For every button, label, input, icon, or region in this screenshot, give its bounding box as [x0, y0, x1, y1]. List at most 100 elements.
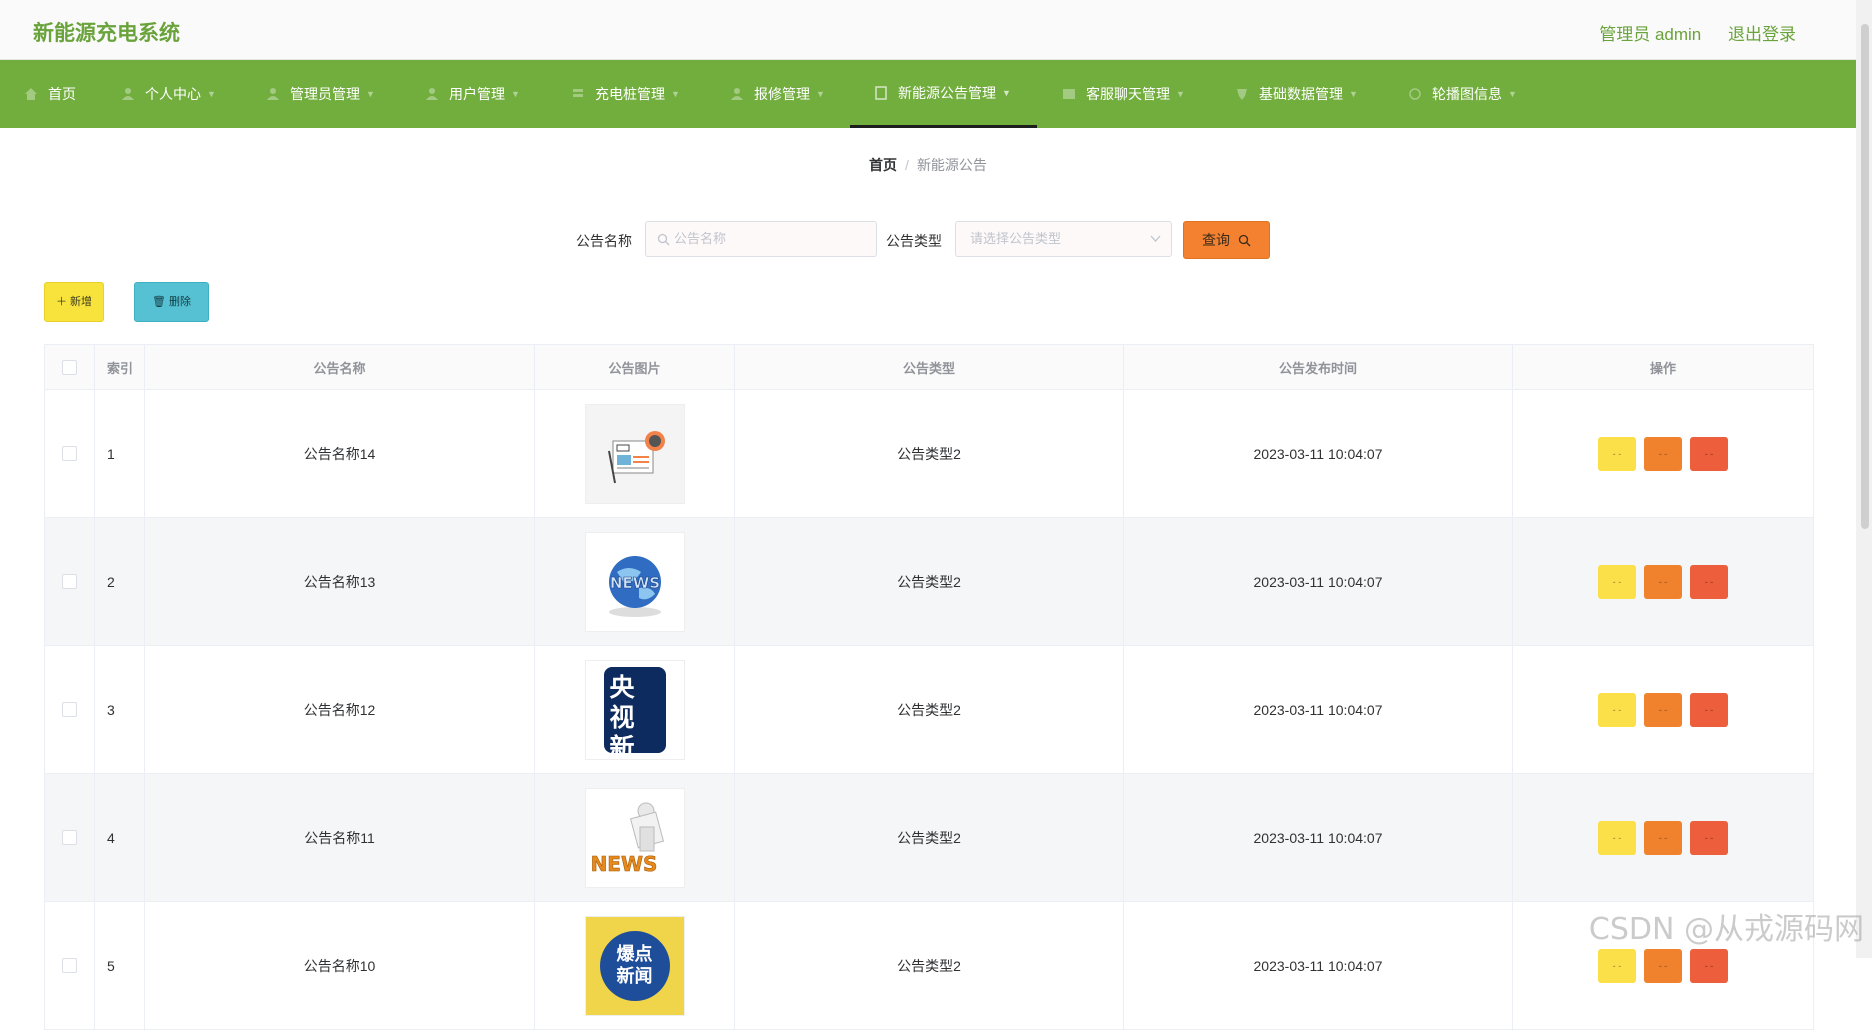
- announcement-image[interactable]: 爆点新闻: [585, 916, 685, 1016]
- chevron-down-icon: ▼: [671, 89, 680, 99]
- logout-link[interactable]: 退出登录: [1728, 25, 1796, 44]
- chevron-down-icon: ▼: [366, 89, 375, 99]
- header-name: 公告名称: [145, 345, 535, 389]
- search-icon: [1238, 234, 1251, 247]
- announcement-image[interactable]: NEWS: [585, 788, 685, 888]
- nav-label: 个人中心: [145, 84, 201, 104]
- nav-label: 充电桩管理: [595, 84, 665, 104]
- logo-text: 爆点新闻: [613, 944, 657, 988]
- scrollbar-track[interactable]: [1856, 0, 1872, 958]
- view-button[interactable]: - -: [1598, 565, 1636, 599]
- view-button[interactable]: - -: [1598, 437, 1636, 471]
- row-checkbox[interactable]: [62, 958, 77, 973]
- view-button[interactable]: - -: [1598, 949, 1636, 983]
- delete-button[interactable]: 🗑 删除: [134, 282, 209, 322]
- hot-news-logo: 爆点新闻: [600, 931, 670, 1001]
- nav-item-chargers[interactable]: 充电桩管理 ▼: [571, 60, 680, 128]
- header-type: 公告类型: [735, 345, 1124, 389]
- row-checkbox[interactable]: [62, 574, 77, 589]
- edit-button[interactable]: - -: [1644, 821, 1682, 855]
- edit-button[interactable]: - -: [1644, 693, 1682, 727]
- edit-button[interactable]: - -: [1644, 437, 1682, 471]
- name-placeholder: 公告名称: [674, 231, 726, 246]
- logo-text: 央视新闻: [610, 673, 660, 760]
- news-figure-illustration: NEWS: [590, 793, 680, 883]
- chevron-down-icon: [1150, 235, 1161, 243]
- announcement-image[interactable]: 央视新闻: [585, 660, 685, 760]
- row-time: 2023-03-11 10:04:07: [1124, 646, 1513, 773]
- nav-label: 首页: [48, 84, 76, 104]
- view-button[interactable]: - -: [1598, 821, 1636, 855]
- data-icon: [1235, 87, 1249, 101]
- table-row: 5 公告名称10 爆点新闻 公告类型2 2023-03-11 10:04:07 …: [45, 902, 1813, 1030]
- row-actions: - - - - - -: [1513, 646, 1813, 773]
- row-checkbox[interactable]: [62, 446, 77, 461]
- chevron-down-icon: ▼: [1349, 89, 1358, 99]
- newspaper-illustration: [595, 419, 675, 489]
- edit-button[interactable]: - -: [1644, 565, 1682, 599]
- table-row: 2 公告名称13 NEWS 公告类型2 2023-03-11 10:04:07 …: [45, 518, 1813, 646]
- row-type: 公告类型2: [735, 646, 1124, 773]
- nav-label: 用户管理: [449, 84, 505, 104]
- nav-label: 基础数据管理: [1259, 84, 1343, 104]
- nav-label: 管理员管理: [290, 84, 360, 104]
- user-icon: [121, 87, 135, 101]
- chevron-down-icon: ▼: [511, 89, 520, 99]
- svg-text:NEWS: NEWS: [590, 852, 657, 876]
- chevron-down-icon: ▼: [816, 89, 825, 99]
- home-icon: [24, 87, 38, 101]
- edit-button[interactable]: - -: [1644, 949, 1682, 983]
- nav-item-admin[interactable]: 管理员管理 ▼: [266, 60, 375, 128]
- chevron-down-icon: ▼: [1176, 89, 1185, 99]
- delete-row-button[interactable]: - -: [1690, 437, 1728, 471]
- chat-icon: [1062, 87, 1076, 101]
- top-header: 新能源充电系统 管理员 admin 退出登录: [0, 0, 1856, 60]
- view-button[interactable]: - -: [1598, 693, 1636, 727]
- row-actions: - - - - - -: [1513, 390, 1813, 517]
- select-all-cell: [45, 345, 95, 389]
- delete-row-button[interactable]: - -: [1690, 693, 1728, 727]
- current-user[interactable]: 管理员 admin: [1599, 25, 1701, 44]
- header-image: 公告图片: [535, 345, 735, 389]
- row-checkbox[interactable]: [62, 702, 77, 717]
- watermark: CSDN @从戎源码网: [1589, 904, 1864, 948]
- delete-label: 删除: [169, 296, 191, 308]
- row-index: 5: [95, 902, 145, 1029]
- name-search-input[interactable]: 公告名称: [645, 221, 877, 257]
- delete-row-button[interactable]: - -: [1690, 949, 1728, 983]
- type-select[interactable]: 请选择公告类型: [955, 221, 1172, 257]
- search-icon: [657, 233, 670, 246]
- nav-label: 新能源公告管理: [898, 83, 996, 103]
- row-time: 2023-03-11 10:04:07: [1124, 902, 1513, 1029]
- nav-label: 报修管理: [754, 84, 810, 104]
- row-index: 4: [95, 774, 145, 901]
- select-all-checkbox[interactable]: [62, 360, 77, 375]
- cctv-news-logo: 央视新闻: [604, 667, 666, 753]
- delete-row-button[interactable]: - -: [1690, 565, 1728, 599]
- announcement-image[interactable]: NEWS: [585, 532, 685, 632]
- announcement-image[interactable]: [585, 404, 685, 504]
- nav-item-home[interactable]: 首页: [24, 60, 76, 128]
- scrollbar-thumb[interactable]: [1861, 24, 1869, 529]
- row-time: 2023-03-11 10:04:07: [1124, 390, 1513, 517]
- nav-item-repairs[interactable]: 报修管理 ▼: [730, 60, 825, 128]
- row-select-cell: [45, 646, 95, 773]
- nav-item-chat[interactable]: 客服聊天管理▼: [1062, 60, 1185, 128]
- nav-item-users[interactable]: 用户管理 ▼: [425, 60, 520, 128]
- query-button[interactable]: 查询: [1183, 221, 1270, 259]
- user-icon: [425, 87, 439, 101]
- row-index: 1: [95, 390, 145, 517]
- trash-icon: 🗑: [152, 296, 166, 308]
- header-index: 索引: [95, 345, 145, 389]
- row-checkbox[interactable]: [62, 830, 77, 845]
- breadcrumb-current: 新能源公告: [917, 157, 987, 173]
- row-time: 2023-03-11 10:04:07: [1124, 518, 1513, 645]
- nav-item-announcements[interactable]: 新能源公告管理▼: [850, 60, 1037, 128]
- breadcrumb-home[interactable]: 首页: [869, 157, 897, 173]
- nav-item-basedata[interactable]: 基础数据管理 ▼: [1235, 60, 1358, 128]
- nav-label: 轮播图信息: [1432, 84, 1502, 104]
- add-button[interactable]: ＋ 新增: [44, 282, 104, 322]
- nav-item-profile[interactable]: 个人中心▼: [121, 60, 216, 128]
- nav-item-carousel[interactable]: 轮播图信息▼: [1408, 60, 1517, 128]
- delete-row-button[interactable]: - -: [1690, 821, 1728, 855]
